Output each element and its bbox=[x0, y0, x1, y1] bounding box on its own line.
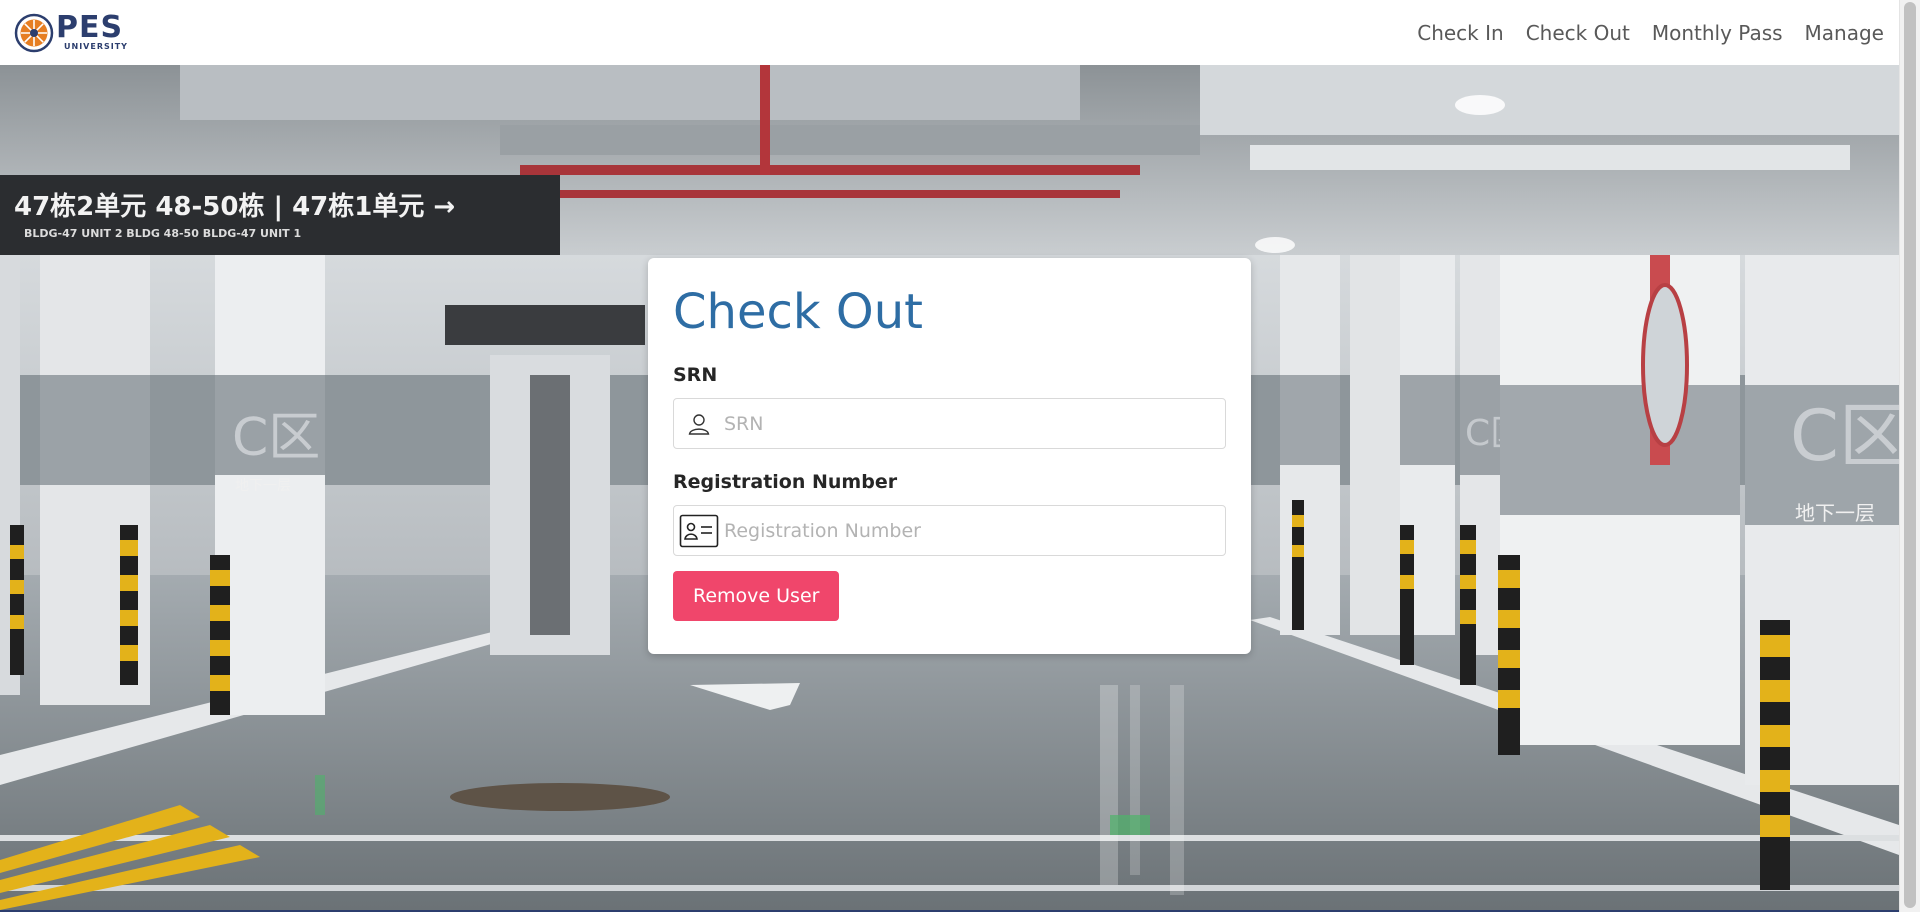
srn-label: SRN bbox=[673, 364, 718, 386]
nav-monthly-pass[interactable]: Monthly Pass bbox=[1641, 21, 1794, 45]
remove-user-button[interactable]: Remove User bbox=[673, 571, 840, 621]
registration-number-input-group bbox=[673, 505, 1226, 556]
nav-manage[interactable]: Manage bbox=[1794, 21, 1884, 45]
registration-number-label: Registration Number bbox=[673, 471, 898, 493]
nav-check-in[interactable]: Check In bbox=[1406, 21, 1514, 45]
nav-check-out[interactable]: Check Out bbox=[1515, 21, 1641, 45]
svg-text:C区: C区 bbox=[1790, 395, 1899, 477]
brand-subtitle: UNIVERSITY bbox=[64, 42, 128, 51]
srn-input-group bbox=[673, 398, 1226, 449]
registration-number-input[interactable] bbox=[724, 508, 1225, 553]
brand-text: PES UNIVERSITY bbox=[56, 10, 128, 51]
brand-logo[interactable]: PES UNIVERSITY bbox=[14, 13, 128, 53]
top-navbar: PES UNIVERSITY Check In Check Out Monthl… bbox=[0, 0, 1899, 65]
nav-links: Check In Check Out Monthly Pass Manage bbox=[1406, 21, 1884, 45]
svg-text:C区: C区 bbox=[232, 408, 320, 468]
scrollbar-thumb[interactable] bbox=[1904, 2, 1916, 908]
check-out-card: Check Out SRN Registration Number Remove… bbox=[648, 258, 1251, 654]
id-card-icon bbox=[674, 506, 724, 555]
page-title: Check Out bbox=[673, 284, 923, 340]
svg-text:地下一层: 地下一层 bbox=[1795, 501, 1875, 525]
person-icon bbox=[674, 399, 724, 448]
srn-input[interactable] bbox=[724, 401, 1225, 446]
svg-text:47栋2单元 48-50栋 | 47栋1单元 →: 47栋2单元 48-50栋 | 47栋1单元 → bbox=[14, 191, 455, 222]
vertical-scrollbar[interactable] bbox=[1899, 0, 1920, 912]
svg-text:BLDG-47 UNIT 2 BLDG 48-50: BLDG-47 UNIT 2 BLDG 48-50 BLDG-47 UNIT 1 bbox=[24, 227, 301, 240]
brand-name: PES bbox=[56, 10, 124, 45]
svg-text:地下一层: 地下一层 bbox=[235, 478, 291, 494]
sun-emblem-icon bbox=[14, 13, 54, 52]
